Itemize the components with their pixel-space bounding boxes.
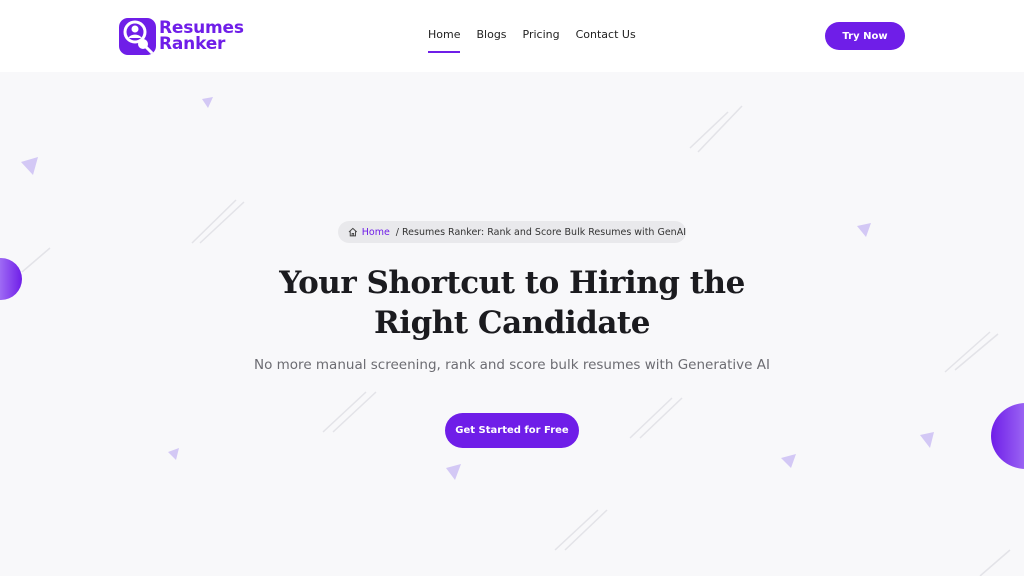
site-header: Resumes Ranker Home Blogs Pricing Contac… <box>0 0 1024 72</box>
hero-title-line2: Right Candidate <box>374 305 650 341</box>
brand-logo[interactable]: Resumes Ranker <box>119 17 244 55</box>
decor-triangle <box>202 97 213 108</box>
home-icon <box>348 227 358 237</box>
get-started-button[interactable]: Get Started for Free <box>445 413 579 448</box>
decor-line <box>322 391 367 433</box>
decor-line <box>944 331 991 373</box>
hero-title-line1: Your Shortcut to Hiring the <box>279 265 745 301</box>
decor-line <box>21 247 51 273</box>
brand-name-line2: Ranker <box>159 34 226 54</box>
breadcrumb-separator: / <box>395 226 399 238</box>
decor-line <box>629 397 673 439</box>
breadcrumb-current: Resumes Ranker: Rank and Score Bulk Resu… <box>402 226 686 238</box>
decor-line <box>199 201 245 244</box>
main-nav: Home Blogs Pricing Contact Us <box>428 26 636 53</box>
try-now-button[interactable]: Try Now <box>825 22 905 50</box>
decor-triangle <box>446 464 461 480</box>
brand-name: Resumes Ranker <box>159 20 244 54</box>
decor-line <box>639 397 683 439</box>
breadcrumb: Home / Resumes Ranker: Rank and Score Bu… <box>338 221 686 243</box>
nav-contact-us[interactable]: Contact Us <box>576 26 636 48</box>
decor-triangle <box>21 157 38 175</box>
decor-triangle <box>857 223 871 237</box>
decor-line <box>689 111 729 149</box>
nav-blogs[interactable]: Blogs <box>476 26 506 48</box>
decor-line <box>697 105 743 153</box>
decor-line <box>332 391 377 433</box>
logo-icon <box>119 17 156 55</box>
nav-pricing[interactable]: Pricing <box>523 26 560 48</box>
decor-triangle <box>920 432 934 448</box>
nav-home[interactable]: Home <box>428 26 461 53</box>
decor-line <box>979 549 1011 576</box>
decor-line <box>954 333 999 371</box>
decor-line <box>564 509 608 551</box>
breadcrumb-home-link[interactable]: Home <box>362 227 390 238</box>
decor-triangle <box>168 448 179 460</box>
hero-subtitle: No more manual screening, rank and score… <box>254 357 770 373</box>
decor-triangle <box>781 454 796 468</box>
decor-line <box>191 199 237 244</box>
hero-title: Your Shortcut to Hiring the Right Candid… <box>262 263 762 343</box>
decor-line <box>554 509 599 551</box>
